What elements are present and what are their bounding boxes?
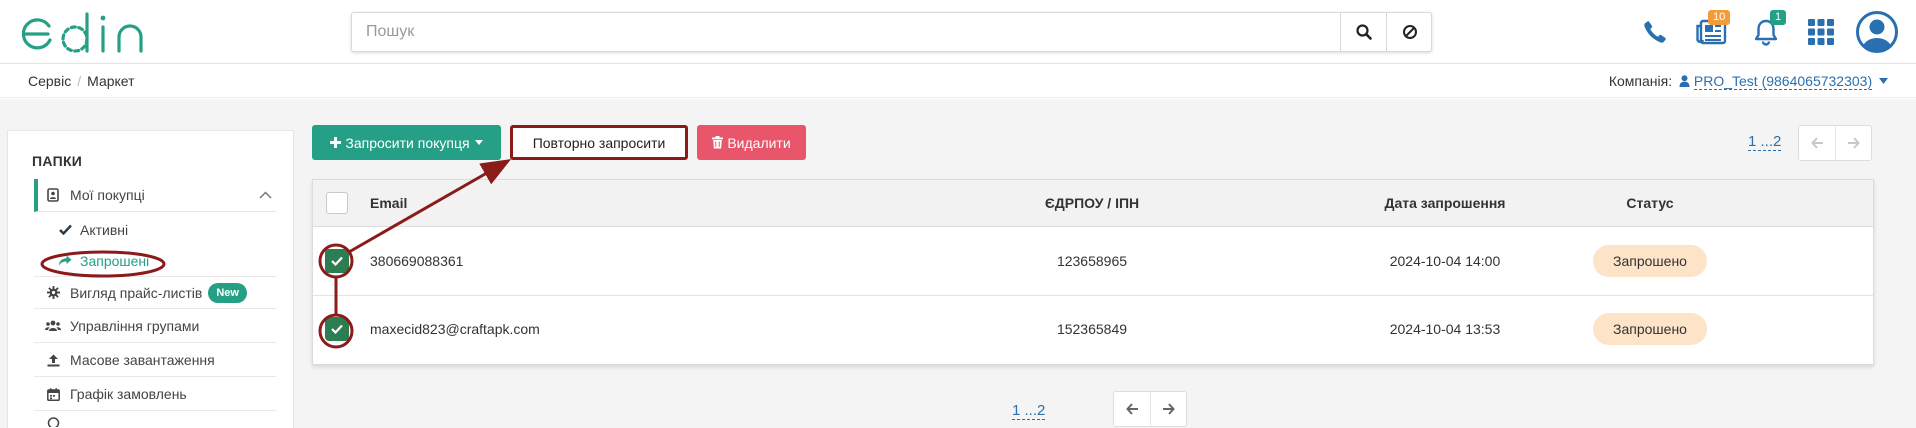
delete-button[interactable]: Видалити xyxy=(697,125,806,160)
next-page-button[interactable] xyxy=(1150,392,1186,426)
check-icon xyxy=(331,256,343,266)
breadcrumb-item-service[interactable]: Сервіс xyxy=(28,73,71,89)
folders-title: ПАПКИ xyxy=(32,153,83,169)
page: 10 1 Сервіс / Маркет Компанія: xyxy=(0,0,1916,428)
phone-button[interactable] xyxy=(1635,12,1675,52)
arrow-right-icon xyxy=(1848,137,1860,149)
invite-buyer-label: Запросити покупця xyxy=(345,134,470,151)
breadcrumb-bar: Сервіс / Маркет Компанія: PRO_Test (986406… xyxy=(0,65,1916,98)
pagination-arrows-top xyxy=(1798,125,1872,161)
sidebar-item-label: Вигляд прайс-листів xyxy=(70,284,203,301)
sidebar-item-invited[interactable]: Запрошені xyxy=(34,245,276,276)
table-row[interactable]: maxecid823@craftapk.com 152365849 2024-1… xyxy=(313,296,1873,365)
pagination-arrows-bottom xyxy=(1113,391,1187,427)
cell-code: 123658965 xyxy=(1056,253,1128,269)
user-avatar-button[interactable] xyxy=(1855,10,1899,54)
calendar-icon xyxy=(42,387,64,401)
clock-icon xyxy=(42,414,64,427)
column-header-code[interactable]: ЄДРПОУ / ІПН xyxy=(967,195,1217,211)
top-header: 10 1 xyxy=(0,0,1916,64)
search-button[interactable] xyxy=(1340,13,1386,51)
sidebar-item-groups[interactable]: Управління групами xyxy=(34,310,276,343)
sidebar-item-order-schedule[interactable]: Графік замовлень xyxy=(34,378,276,411)
user-avatar-icon xyxy=(1856,11,1898,53)
upload-icon xyxy=(42,354,64,367)
status-badge: Запрошено xyxy=(1593,313,1707,345)
phone-icon xyxy=(1644,21,1666,43)
invited-buyers-table: Email ЄДРПОУ / ІПН Дата запрошення Стату… xyxy=(312,179,1874,365)
sidebar-item-label: Управління групами xyxy=(70,318,200,334)
sidebar-item-label: Запрошені xyxy=(80,252,150,269)
cell-date: 2024-10-04 14:00 xyxy=(1389,253,1501,269)
search-bar xyxy=(351,12,1432,52)
invite-buyer-button[interactable]: Запросити покупця xyxy=(312,125,501,160)
grid-icon xyxy=(1808,19,1834,45)
folders-sidebar: ПАПКИ Мої покупці Активні Запрошені Вигл… xyxy=(7,130,294,428)
caret-down-icon[interactable] xyxy=(1879,78,1888,84)
sidebar-item-label: Активні xyxy=(80,221,129,238)
sidebar-item-label: Мої покупці xyxy=(70,187,145,203)
sidebar-item-label: Масове завантаження xyxy=(70,352,215,368)
reinvite-label: Повторно запросити xyxy=(532,134,666,151)
sidebar-item-label: Графік замовлень xyxy=(70,386,187,402)
next-page-button[interactable] xyxy=(1835,126,1871,160)
cell-email: 380669088361 xyxy=(370,253,464,269)
trash-icon xyxy=(712,136,724,149)
breadcrumb-item-market[interactable]: Маркет xyxy=(87,73,134,89)
prev-page-button[interactable] xyxy=(1799,126,1835,160)
arrow-left-icon xyxy=(1125,403,1138,415)
new-badge: New xyxy=(208,282,247,303)
cell-email: maxecid823@craftapk.com xyxy=(370,321,540,337)
search-input[interactable] xyxy=(352,13,1340,51)
delete-label: Видалити xyxy=(727,134,791,151)
status-badge: Запрошено xyxy=(1593,245,1707,277)
pagination-pages-top[interactable]: 1 ...2 xyxy=(1748,133,1782,151)
pagination-pages-bottom[interactable]: 1 ...2 xyxy=(1012,402,1046,420)
column-header-date[interactable]: Дата запрошення xyxy=(1320,195,1570,211)
cell-date: 2024-10-04 13:53 xyxy=(1389,321,1501,337)
cell-code: 152365849 xyxy=(1056,321,1128,337)
caret-down-icon xyxy=(474,140,483,145)
breadcrumb-separator: / xyxy=(77,73,82,89)
sidebar-item-my-buyers[interactable]: Мої покупці xyxy=(34,179,276,212)
users-icon xyxy=(42,320,64,332)
clear-search-button[interactable] xyxy=(1386,13,1432,51)
user-icon xyxy=(1679,75,1690,87)
check-icon xyxy=(56,224,74,235)
notifications-badge: 1 xyxy=(1770,10,1787,25)
prev-page-button[interactable] xyxy=(1114,392,1150,426)
row-checkbox[interactable] xyxy=(325,249,349,273)
column-header-status[interactable]: Статус xyxy=(1550,195,1750,211)
sidebar-item-active[interactable]: Активні xyxy=(34,214,276,245)
ban-icon xyxy=(1402,25,1417,39)
gear-icon xyxy=(42,286,64,299)
column-header-email[interactable]: Email xyxy=(370,195,407,211)
share-icon xyxy=(56,255,74,267)
check-icon xyxy=(331,324,343,334)
select-all-checkbox[interactable] xyxy=(326,192,348,214)
messages-badge: 10 xyxy=(1708,10,1731,25)
search-icon xyxy=(1355,24,1372,40)
arrow-right-icon xyxy=(1163,403,1175,415)
table-header: Email ЄДРПОУ / ІПН Дата запрошення Стату… xyxy=(313,180,1873,227)
sidebar-item-bulk-upload[interactable]: Масове завантаження xyxy=(34,344,276,377)
company-label: Компанія: xyxy=(1608,73,1673,89)
company-link[interactable]: PRO_Test (9864065732303) xyxy=(1693,73,1873,90)
breadcrumb: Сервіс / Маркет xyxy=(28,73,135,89)
company-selector: Компанія: PRO_Test (9864065732303) xyxy=(1608,73,1888,90)
reinvite-button[interactable]: Повторно запросити xyxy=(510,125,688,160)
row-checkbox[interactable] xyxy=(325,317,349,341)
edin-logo[interactable] xyxy=(16,10,166,56)
apps-menu-button[interactable] xyxy=(1801,12,1841,52)
plus-icon xyxy=(330,137,342,148)
table-row[interactable]: 380669088361 123658965 2024-10-04 14:00 … xyxy=(313,227,1873,296)
contact-card-icon xyxy=(42,188,64,202)
chevron-up-icon[interactable] xyxy=(259,191,272,199)
sidebar-item-price-view[interactable]: Вигляд прайс-листів New xyxy=(34,276,276,309)
sidebar-item-more[interactable] xyxy=(34,412,276,428)
arrow-left-icon xyxy=(1810,137,1823,149)
